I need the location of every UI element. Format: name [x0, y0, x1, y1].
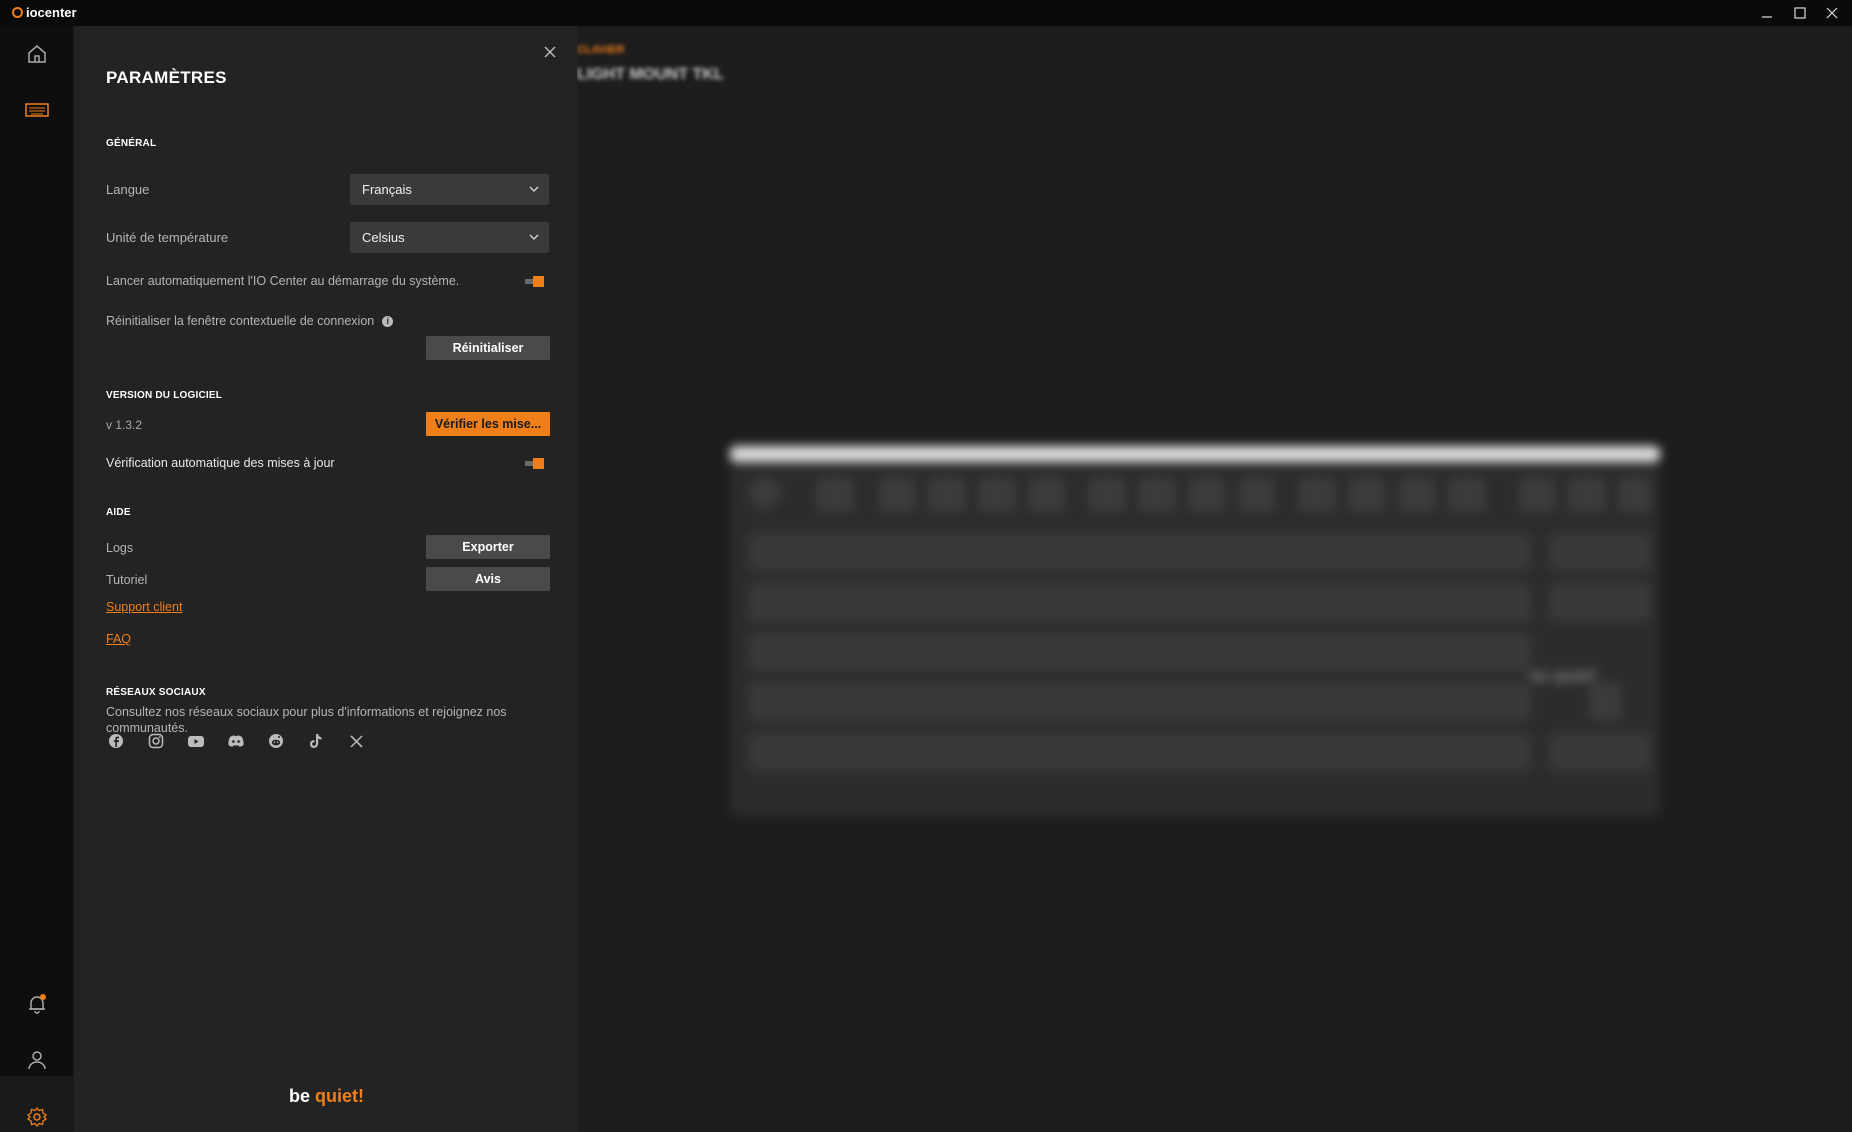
- reset-popup-label: Réinitialiser la fenêtre contextuelle de…: [106, 314, 375, 328]
- keyboard-key: [1140, 478, 1174, 512]
- reset-button[interactable]: Réinitialiser: [426, 336, 550, 360]
- keyboard-key: [1450, 478, 1484, 512]
- keyboard-key: [930, 478, 964, 512]
- home-icon[interactable]: [23, 40, 51, 68]
- app-logo: iocenter: [12, 5, 77, 20]
- export-button[interactable]: Exporter: [426, 535, 550, 559]
- x-icon[interactable]: [346, 731, 366, 751]
- keyboard-key: [1240, 478, 1274, 512]
- gear-icon[interactable]: [23, 1103, 51, 1131]
- temperature-label: Unité de température: [106, 230, 229, 245]
- temperature-value: Celsius: [362, 230, 405, 245]
- keyboard-row: [1550, 584, 1650, 620]
- keyboard-row: [1550, 734, 1650, 770]
- title-bar: iocenter: [0, 0, 1852, 26]
- toggle-knob: [533, 458, 544, 469]
- brand-logo: be quiet!: [289, 1086, 364, 1107]
- version-value: v 1.3.2: [106, 418, 143, 432]
- general-heading: GÉNÉRAL: [106, 138, 157, 149]
- brand-quiet: quiet!: [315, 1086, 365, 1106]
- reddit-icon[interactable]: [266, 731, 286, 751]
- logs-label: Logs: [106, 541, 134, 555]
- keyboard-row: [750, 584, 1530, 620]
- keyboard-icon[interactable]: [23, 96, 51, 124]
- language-select[interactable]: Français: [350, 174, 549, 205]
- keyboard-row: [750, 734, 1530, 770]
- tiktok-icon[interactable]: [306, 731, 326, 751]
- bell-icon[interactable]: [23, 990, 51, 1018]
- autostart-toggle[interactable]: [525, 275, 546, 288]
- keyboard-key: [1520, 478, 1554, 512]
- keyboard-knob: [750, 478, 780, 508]
- maximize-icon[interactable]: [1788, 3, 1812, 23]
- check-updates-button[interactable]: Vérifier les mise...: [426, 412, 550, 436]
- keyboard-key: [818, 478, 852, 512]
- keyboard-key: [1190, 478, 1224, 512]
- tutorial-button[interactable]: Avis: [426, 567, 550, 591]
- panel-title: PARAMÈTRES: [106, 68, 227, 87]
- user-icon[interactable]: [23, 1046, 51, 1074]
- keyboard-row: [750, 634, 1530, 670]
- brand-be: be: [289, 1086, 311, 1106]
- facebook-icon[interactable]: [106, 731, 126, 751]
- keyboard-key: [980, 478, 1014, 512]
- language-value: Français: [362, 182, 412, 197]
- keyboard-key: [1350, 478, 1384, 512]
- close-window-icon[interactable]: [1820, 3, 1844, 23]
- keyboard-key: [1300, 478, 1334, 512]
- temperature-select[interactable]: Celsius: [350, 222, 549, 253]
- auto-check-label: Vérification automatique des mises à jou…: [106, 456, 335, 470]
- social-heading: RÉSEAUX SOCIAUX: [106, 687, 206, 698]
- keyboard-brand: be quiet!: [1530, 668, 1597, 685]
- instagram-icon[interactable]: [146, 731, 166, 751]
- keyboard-key: [1570, 478, 1604, 512]
- toggle-knob: [533, 276, 544, 287]
- keyboard-row: [750, 684, 1530, 720]
- device-breadcrumb: CLAVIER: [577, 44, 625, 56]
- auto-check-toggle[interactable]: [525, 457, 546, 470]
- nav-sidebar: [0, 26, 74, 1132]
- keyboard-light-bar: [730, 446, 1660, 462]
- keyboard-image: be quiet!: [730, 446, 1660, 816]
- support-link[interactable]: Support client: [106, 600, 182, 614]
- keyboard-key: [1030, 478, 1064, 512]
- autostart-label: Lancer automatiquement l'IO Center au dé…: [106, 274, 460, 288]
- discord-icon[interactable]: [226, 731, 246, 751]
- settings-panel: PARAMÈTRES GÉNÉRAL Langue Français Unité…: [74, 26, 577, 1132]
- info-icon[interactable]: i: [382, 316, 394, 327]
- keyboard-row: [750, 534, 1530, 570]
- faq-link[interactable]: FAQ: [106, 632, 131, 646]
- keyboard-key: [1400, 478, 1434, 512]
- reset-popup-row: Réinitialiser la fenêtre contextuelle de…: [106, 314, 394, 328]
- help-heading: AIDE: [106, 507, 131, 518]
- app-logo-icon: [12, 7, 23, 18]
- minimize-icon[interactable]: [1755, 3, 1779, 23]
- keyboard-key: [1090, 478, 1124, 512]
- keyboard-key: [1590, 684, 1620, 720]
- keyboard-key: [1620, 478, 1650, 512]
- keyboard-row: [1550, 534, 1650, 570]
- app-name: iocenter: [26, 5, 77, 20]
- keyboard-key: [880, 478, 914, 512]
- close-icon[interactable]: [540, 42, 560, 62]
- chevron-down-icon: [529, 186, 539, 192]
- tutorial-label: Tutoriel: [106, 573, 148, 587]
- device-name: LIGHT MOUNT TKL: [577, 66, 724, 83]
- version-heading: VERSION DU LOGICIEL: [106, 390, 223, 401]
- youtube-icon[interactable]: [186, 731, 206, 751]
- language-label: Langue: [106, 182, 150, 197]
- chevron-down-icon: [529, 234, 539, 240]
